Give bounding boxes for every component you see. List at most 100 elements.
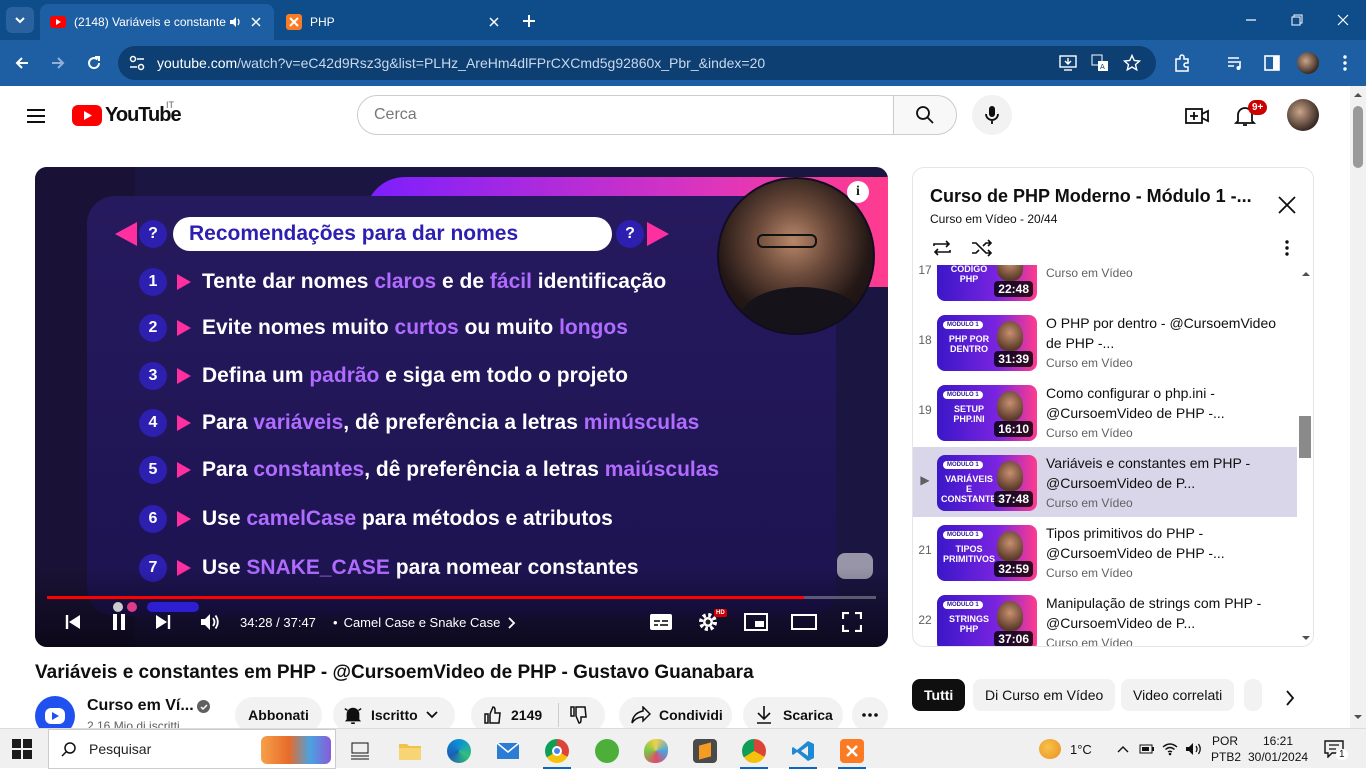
playlist-item[interactable]: 18 MÓDULO 1 PHP POR DENTRO 31:39 O PHP por d… — [913, 307, 1297, 377]
chip-next-partial[interactable] — [1244, 679, 1262, 711]
search-input[interactable]: Cerca — [357, 95, 894, 135]
miniplayer-button[interactable] — [741, 607, 771, 637]
forward-button[interactable] — [45, 50, 71, 76]
keyboard-layout[interactable]: PTB2 — [1211, 750, 1241, 764]
playlist-item-title[interactable]: Tipos primitivos do PHP - @CursoemVideo … — [1046, 523, 1286, 563]
menu-icon[interactable] — [24, 104, 48, 128]
new-tab-button[interactable] — [518, 10, 540, 32]
reload-button[interactable] — [81, 50, 107, 76]
playlist-item[interactable]: 21 MÓDULO 1 TIPOS PRIMITIVOS 32:59 Tipos pri… — [913, 517, 1297, 587]
playlist-item-thumbnail[interactable]: MÓDULO 1 VARIÁVEIS E CONSTANTES 37:48 — [937, 455, 1037, 511]
clock-date[interactable]: 30/01/2024 — [1248, 750, 1308, 764]
playlist-item-title[interactable]: Variáveis e constantes em PHP - @Cursoem… — [1046, 453, 1286, 493]
playlist-item[interactable]: 17MÓDULO 1CÓDIGO PHP22:48@CursoemVideo d… — [913, 265, 1297, 307]
channel-name[interactable]: Curso em Ví... — [87, 697, 194, 715]
playlist-item-thumbnail[interactable]: MÓDULO 1 TIPOS PRIMITIVOS 32:59 — [937, 525, 1037, 581]
playlist-item-thumbnail[interactable]: MÓDULO 1 PHP POR DENTRO 31:39 — [937, 315, 1037, 371]
profile-avatar[interactable] — [1297, 52, 1319, 74]
scroll-up-icon[interactable] — [1350, 90, 1366, 100]
speaker-icon[interactable] — [228, 15, 242, 29]
video-player[interactable]: ? Recomendações para dar nomes ? 1 Tente … — [35, 167, 888, 647]
windows-start-button[interactable] — [12, 739, 32, 759]
vscode-icon[interactable] — [783, 733, 823, 769]
side-panel-icon[interactable] — [1261, 52, 1283, 74]
chrome-icon[interactable] — [537, 733, 577, 769]
site-settings-icon[interactable] — [128, 55, 146, 71]
task-view-icon[interactable] — [340, 733, 380, 769]
back-button[interactable] — [9, 50, 35, 76]
close-playlist-icon[interactable] — [1275, 193, 1299, 217]
dislike-icon[interactable] — [569, 705, 589, 725]
xampp-icon[interactable] — [832, 733, 872, 769]
paint-icon[interactable] — [636, 733, 676, 769]
minimize-button[interactable] — [1228, 0, 1274, 40]
app-leaf-icon[interactable] — [587, 733, 627, 769]
playlist-scrollbar-thumb[interactable] — [1299, 416, 1311, 458]
subtitles-button[interactable] — [646, 607, 676, 637]
chip-related[interactable]: Video correlati — [1121, 679, 1235, 711]
weather-temp[interactable]: 1°C — [1070, 742, 1092, 757]
wifi-icon[interactable] — [1162, 742, 1178, 756]
page-scrollbar-thumb[interactable] — [1353, 106, 1363, 168]
loop-icon[interactable] — [930, 236, 954, 260]
tab-php[interactable]: PHP — [276, 4, 512, 40]
tab-search-button[interactable] — [6, 7, 34, 33]
file-explorer-icon[interactable] — [390, 733, 430, 769]
playlist-item[interactable]: 22 MÓDULO 1 STRINGS PHP 37:06 Manipulação de… — [913, 587, 1297, 646]
mail-icon[interactable] — [488, 733, 528, 769]
install-app-icon[interactable] — [1058, 53, 1078, 73]
close-window-button[interactable] — [1320, 0, 1366, 40]
progress-bar[interactable] — [47, 596, 876, 599]
playlist-item-thumbnail[interactable]: MÓDULO 1 STRINGS PHP 37:06 — [937, 595, 1037, 646]
sublime-text-icon[interactable] — [685, 733, 725, 769]
close-tab-icon[interactable] — [248, 14, 264, 30]
playlist-item[interactable]: ▶ MÓDULO 1 VARIÁVEIS E CONSTANTES 37:48 Vari… — [913, 447, 1297, 517]
clock-time[interactable]: 16:21 — [1263, 734, 1293, 748]
bookmark-star-icon[interactable] — [1122, 53, 1142, 73]
playlist-item-title[interactable]: Manipulação de strings com PHP - @Cursoe… — [1046, 593, 1286, 633]
search-button[interactable] — [893, 95, 957, 135]
account-avatar[interactable] — [1287, 99, 1319, 131]
playlist-item-title[interactable]: O PHP por dentro - @CursoemVideo de PHP … — [1046, 313, 1286, 353]
address-bar[interactable]: youtube.com/watch?v=eC42d9Rsz3g&list=PLH… — [118, 46, 1156, 80]
extensions-icon[interactable] — [1171, 52, 1193, 74]
next-button[interactable] — [148, 607, 178, 637]
tray-chevron-up-icon[interactable] — [1117, 745, 1129, 753]
chips-next-button[interactable] — [1278, 686, 1302, 710]
pause-button[interactable] — [104, 607, 134, 637]
keyboard-language[interactable]: POR — [1212, 734, 1238, 748]
scroll-down-icon[interactable] — [1299, 633, 1313, 643]
info-icon[interactable]: i — [847, 181, 869, 203]
browser-menu-icon[interactable] — [1334, 52, 1356, 74]
media-control-icon[interactable] — [1225, 52, 1247, 74]
voice-search-button[interactable] — [972, 95, 1012, 135]
playlist-menu-icon[interactable] — [1275, 236, 1299, 260]
playlist-item-thumbnail[interactable]: MÓDULO 1 SETUP PHP.INI 16:10 — [937, 385, 1037, 441]
chip-from-channel[interactable]: Di Curso em Vídeo — [973, 679, 1116, 711]
speaker-icon[interactable] — [1185, 742, 1203, 756]
chip-all[interactable]: Tutti — [912, 679, 966, 711]
theater-mode-button[interactable] — [789, 607, 819, 637]
scroll-up-icon[interactable] — [1299, 269, 1313, 279]
tab-youtube[interactable]: (2148) Variáveis e constante — [40, 4, 274, 40]
like-icon[interactable] — [483, 705, 503, 725]
chapter-title[interactable]: • Camel Case e Snake Case — [333, 615, 516, 630]
edge-icon[interactable] — [439, 733, 479, 769]
playlist-item-thumbnail[interactable]: MÓDULO 1CÓDIGO PHP22:48 — [937, 265, 1037, 301]
battery-icon[interactable] — [1139, 743, 1155, 755]
taskbar-search[interactable]: Pesquisar — [48, 729, 336, 769]
chrome-profile-icon[interactable] — [734, 733, 774, 769]
fullscreen-button[interactable] — [837, 607, 867, 637]
weather-icon[interactable] — [1039, 739, 1061, 759]
page-scrollbar[interactable] — [1350, 86, 1366, 728]
scroll-down-icon[interactable] — [1350, 712, 1366, 722]
playlist-item[interactable]: 19 MÓDULO 1 SETUP PHP.INI 16:10 Como configu… — [913, 377, 1297, 447]
translate-icon[interactable]: A — [1090, 53, 1110, 73]
playlist-title[interactable]: Curso de PHP Moderno - Módulo 1 -... — [930, 186, 1252, 207]
playlist-item-title[interactable]: Como configurar o php.ini - @CursoemVide… — [1046, 383, 1286, 423]
close-tab-icon[interactable] — [486, 14, 502, 30]
restore-button[interactable] — [1274, 0, 1320, 40]
shuffle-icon[interactable] — [970, 236, 994, 260]
volume-button[interactable] — [195, 607, 225, 637]
youtube-logo[interactable]: YouTube IT — [72, 100, 182, 127]
